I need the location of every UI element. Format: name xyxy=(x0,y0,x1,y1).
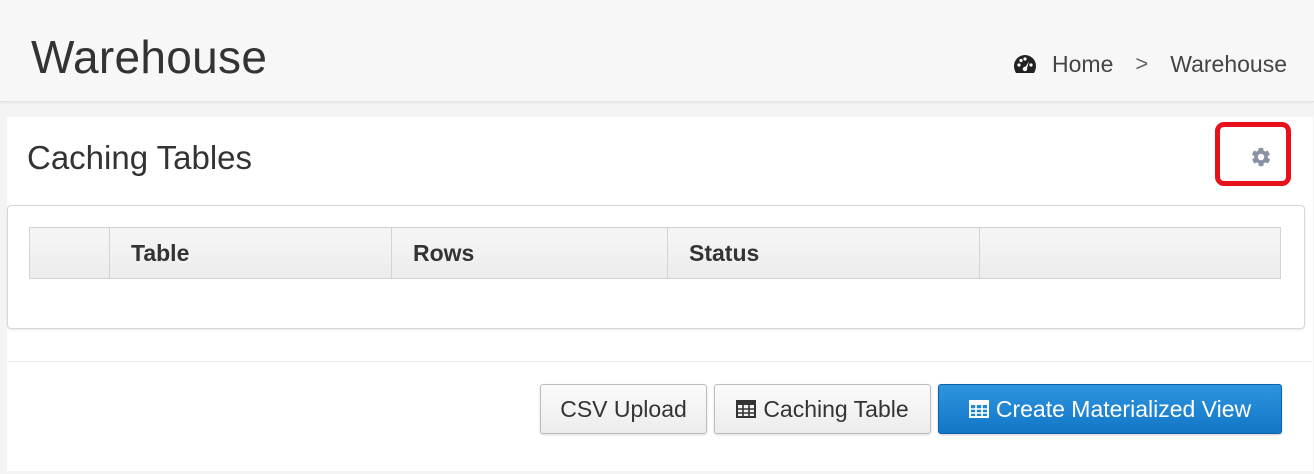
breadcrumb-home-link[interactable]: Home xyxy=(1012,51,1113,78)
breadcrumb-separator: > xyxy=(1135,51,1149,76)
csv-upload-button[interactable]: CSV Upload xyxy=(540,384,707,434)
breadcrumb: Home > Warehouse xyxy=(1012,46,1287,82)
table-icon xyxy=(968,400,989,418)
caching-table-label: Caching Table xyxy=(763,395,909,422)
create-materialized-view-button[interactable]: Create Materialized View xyxy=(938,384,1282,434)
caching-table-button[interactable]: Caching Table xyxy=(714,384,931,434)
panel-title: Caching Tables xyxy=(27,139,253,176)
column-header-rows[interactable]: Rows xyxy=(391,227,668,279)
csv-upload-label: CSV Upload xyxy=(560,395,687,422)
panel-footer-divider xyxy=(7,361,1313,362)
column-header-table[interactable]: Table xyxy=(109,227,392,279)
page-title: Warehouse xyxy=(31,31,268,83)
table-container: Table Rows Status xyxy=(7,205,1305,329)
column-header-status[interactable]: Status xyxy=(667,227,980,279)
caching-table-grid: Table Rows Status xyxy=(29,227,1281,279)
table-header-row: Table Rows Status xyxy=(29,227,1281,279)
breadcrumb-home-label: Home xyxy=(1052,50,1114,77)
page-header: Warehouse Home > Warehouse xyxy=(0,0,1314,102)
dashboard-icon xyxy=(1014,55,1037,73)
column-header-select xyxy=(29,227,110,279)
gear-icon[interactable] xyxy=(1250,146,1272,168)
create-materialized-view-label: Create Materialized View xyxy=(995,395,1252,422)
breadcrumb-current: Warehouse xyxy=(1170,50,1287,77)
column-header-actions xyxy=(979,227,1281,279)
caching-tables-panel: Caching Tables Table Rows Status CSV Upl… xyxy=(7,117,1313,471)
table-icon xyxy=(736,400,757,418)
